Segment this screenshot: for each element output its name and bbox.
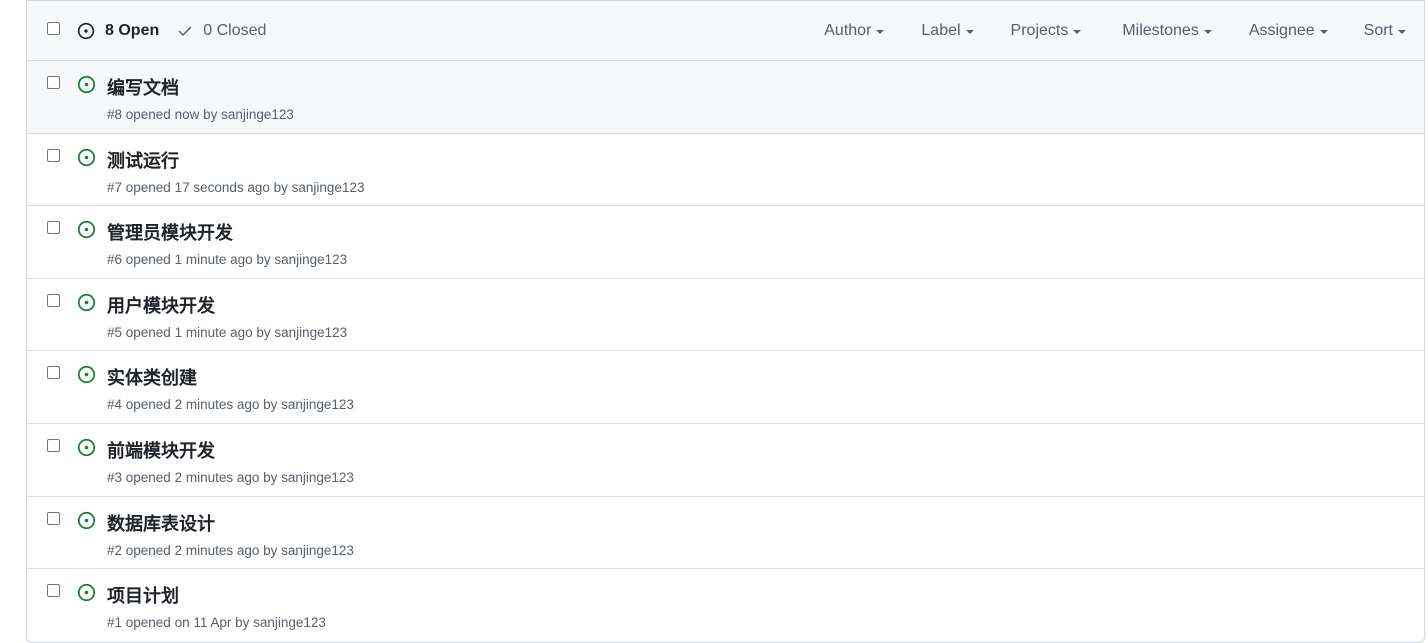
issue-list: 编写文档 #8 opened now by sanjinge123 测试运行 #… [27,61,1424,642]
issue-checkbox[interactable] [47,221,60,235]
open-issues-label: 8 Open [105,22,160,39]
assignee-filter-label: Assignee [1248,22,1315,39]
caret-down-icon [1073,30,1082,34]
issues-list-box: 8 Open 0 Closed Author Label Projects Mi… [26,0,1425,643]
issue-checkbox[interactable] [47,76,60,89]
issues-list-header: 8 Open 0 Closed Author Label Projects Mi… [27,0,1424,61]
issue-title-link[interactable]: 实体类创建 [107,364,197,390]
issue-state-toggle: 8 Open 0 Closed [77,19,266,43]
issue-opened-icon [77,75,96,94]
issue-title-link[interactable]: 管理员模块开发 [107,219,233,245]
check-icon [178,26,192,36]
milestones-filter[interactable]: Milestones [1122,22,1212,40]
issue-opened-icon [77,221,96,239]
caret-down-icon [1203,30,1212,34]
issue-meta: #2 opened 2 minutes ago by sanjinge123 [107,542,354,558]
issue-row[interactable]: 用户模块开发 #5 opened 1 minute ago by sanjing… [27,279,1424,352]
issue-title-link[interactable]: 前端模块开发 [107,437,215,463]
issue-title-link[interactable]: 测试运行 [107,147,179,173]
issue-meta: #7 opened 17 seconds ago by sanjinge123 [107,179,365,195]
issue-checkbox[interactable] [47,438,60,452]
issue-meta: #1 opened on 11 Apr by sanjinge123 [107,615,326,631]
issue-meta: #6 opened 1 minute ago by sanjinge123 [107,252,348,268]
issue-opened-icon [77,511,96,529]
issue-meta: #8 opened now by sanjinge123 [107,107,294,122]
projects-filter-label: Projects [1010,22,1069,39]
issue-title-link[interactable]: 数据库表设计 [107,510,215,536]
label-filter[interactable]: Label [921,22,974,40]
select-all-checkbox[interactable] [47,22,60,35]
issue-opened-icon [77,584,96,602]
issue-row[interactable]: 编写文档 #8 opened now by sanjinge123 [27,61,1424,134]
issue-checkbox[interactable] [47,584,60,598]
issue-row[interactable]: 项目计划 #1 opened on 11 Apr by sanjinge123 [27,569,1424,642]
sort-filter-label: Sort [1363,22,1393,39]
issue-checkbox[interactable] [47,148,60,162]
issue-title-link[interactable]: 编写文档 [107,74,179,100]
issue-opened-icon [77,438,96,457]
issue-row[interactable]: 实体类创建 #4 opened 2 minutes ago by sanjing… [27,351,1424,424]
label-filter-label: Label [921,22,961,39]
issue-opened-icon [77,22,95,40]
issue-row[interactable]: 测试运行 #7 opened 17 seconds ago by sanjing… [27,134,1424,207]
issue-row[interactable]: 管理员模块开发 #6 opened 1 minute ago by sanjin… [27,206,1424,279]
issue-opened-icon [77,366,96,384]
issue-opened-icon [77,293,96,311]
issue-row[interactable]: 数据库表设计 #2 opened 2 minutes ago by sanjin… [27,497,1424,570]
author-filter-label: Author [824,22,872,39]
caret-down-icon [965,30,974,34]
author-filter[interactable]: Author [824,22,885,40]
issue-checkbox[interactable] [47,366,60,380]
issue-meta: #5 opened 1 minute ago by sanjinge123 [107,324,348,340]
caret-down-icon [1319,30,1328,34]
issue-title-link[interactable]: 用户模块开发 [107,292,215,318]
issue-row[interactable]: 前端模块开发 #3 opened 2 minutes ago by sanjin… [27,424,1424,497]
open-issues-tab[interactable]: 8 Open [77,22,159,40]
assignee-filter[interactable]: Assignee [1249,22,1328,40]
issue-checkbox[interactable] [47,511,60,525]
filter-bar: Author Label Projects Milestones Assigne… [824,19,1424,43]
caret-down-icon [1398,30,1406,34]
issue-meta: #4 opened 2 minutes ago by sanjinge123 [107,397,354,413]
projects-filter[interactable]: Projects [1011,22,1082,40]
caret-down-icon [876,30,885,34]
issue-title-link[interactable]: 项目计划 [107,582,179,608]
closed-issues-tab[interactable]: 0 Closed [177,22,266,40]
issue-opened-icon [77,148,96,166]
sort-filter[interactable]: Sort [1364,22,1406,40]
milestones-filter-label: Milestones [1122,22,1199,39]
issue-meta: #3 opened 2 minutes ago by sanjinge123 [107,469,354,485]
closed-issues-label: 0 Closed [203,22,267,39]
issue-checkbox[interactable] [47,293,60,307]
